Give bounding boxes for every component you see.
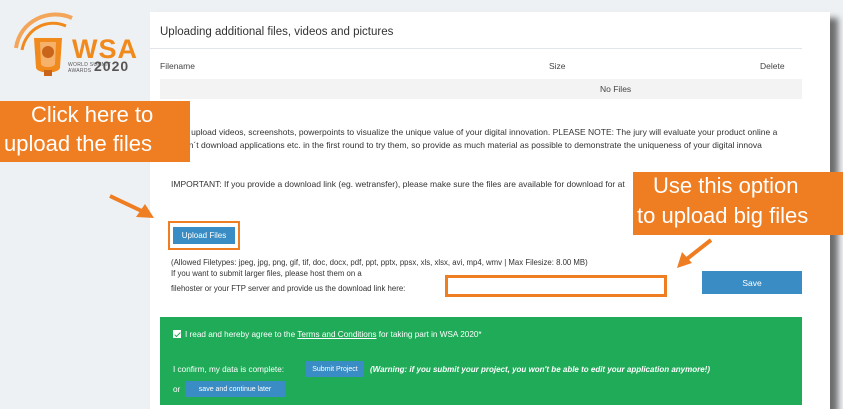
larger-files-text-line-1: If you want to submit larger files, plea… [171,269,362,278]
terms-and-conditions-link[interactable]: Terms and Conditions [297,330,376,339]
logo-year: 2020 [94,58,130,74]
terms-checkbox[interactable] [173,330,181,338]
column-header-filename: Filename [160,61,195,71]
upload-files-callout: Click here to upload the files [0,101,190,162]
empty-files-row: No Files [160,79,802,99]
column-header-size: Size [549,61,566,71]
arrow-to-upload-icon [109,194,154,218]
callout-right-line-2: to upload big files [637,203,809,228]
no-files-text: No Files [600,84,632,94]
allowed-filetypes-text: (Allowed Filetypes: jpeg, jpg, png, gif,… [171,258,588,267]
section-title: Uploading additional files, videos and p… [160,26,394,38]
info-text-line-1: e upload videos, screenshots, powerpoint… [184,127,778,137]
terms-suffix: for taking part in WSA 2020* [376,330,482,339]
confirm-text: I confirm, my data is complete: [173,365,285,374]
submit-warning-text: (Warning: if you submit your project, yo… [370,365,710,374]
info-text-line-2: on´t download applications etc. in the f… [184,140,762,150]
column-header-delete: Delete [760,61,785,71]
or-text: or [173,385,181,394]
callout-left-line-1: Click here to [31,102,154,127]
divider [150,48,802,49]
upload-files-button[interactable]: Upload Files [173,227,235,244]
callout-left-line-2: upload the files [4,131,152,156]
download-link-input[interactable] [445,275,667,297]
terms-prefix: I read and hereby agree to the [185,330,298,339]
save-and-continue-later-button[interactable]: save and continue later [185,381,285,397]
save-button[interactable]: Save [702,271,802,294]
callout-right-line-1: Use this option [653,173,799,198]
agreement-box: I read and hereby agree to the Terms and… [160,317,802,405]
submit-project-button[interactable]: Submit Project [306,361,364,377]
wsa-logo: WSA WORLD SUMMIT AWARDS 2020 [10,8,137,80]
larger-files-text-line-2: filehoster or your FTP server and provid… [171,284,406,293]
terms-agreement-text: I read and hereby agree to the Terms and… [185,330,482,339]
big-files-callout: Use this option to upload big files [633,172,843,235]
